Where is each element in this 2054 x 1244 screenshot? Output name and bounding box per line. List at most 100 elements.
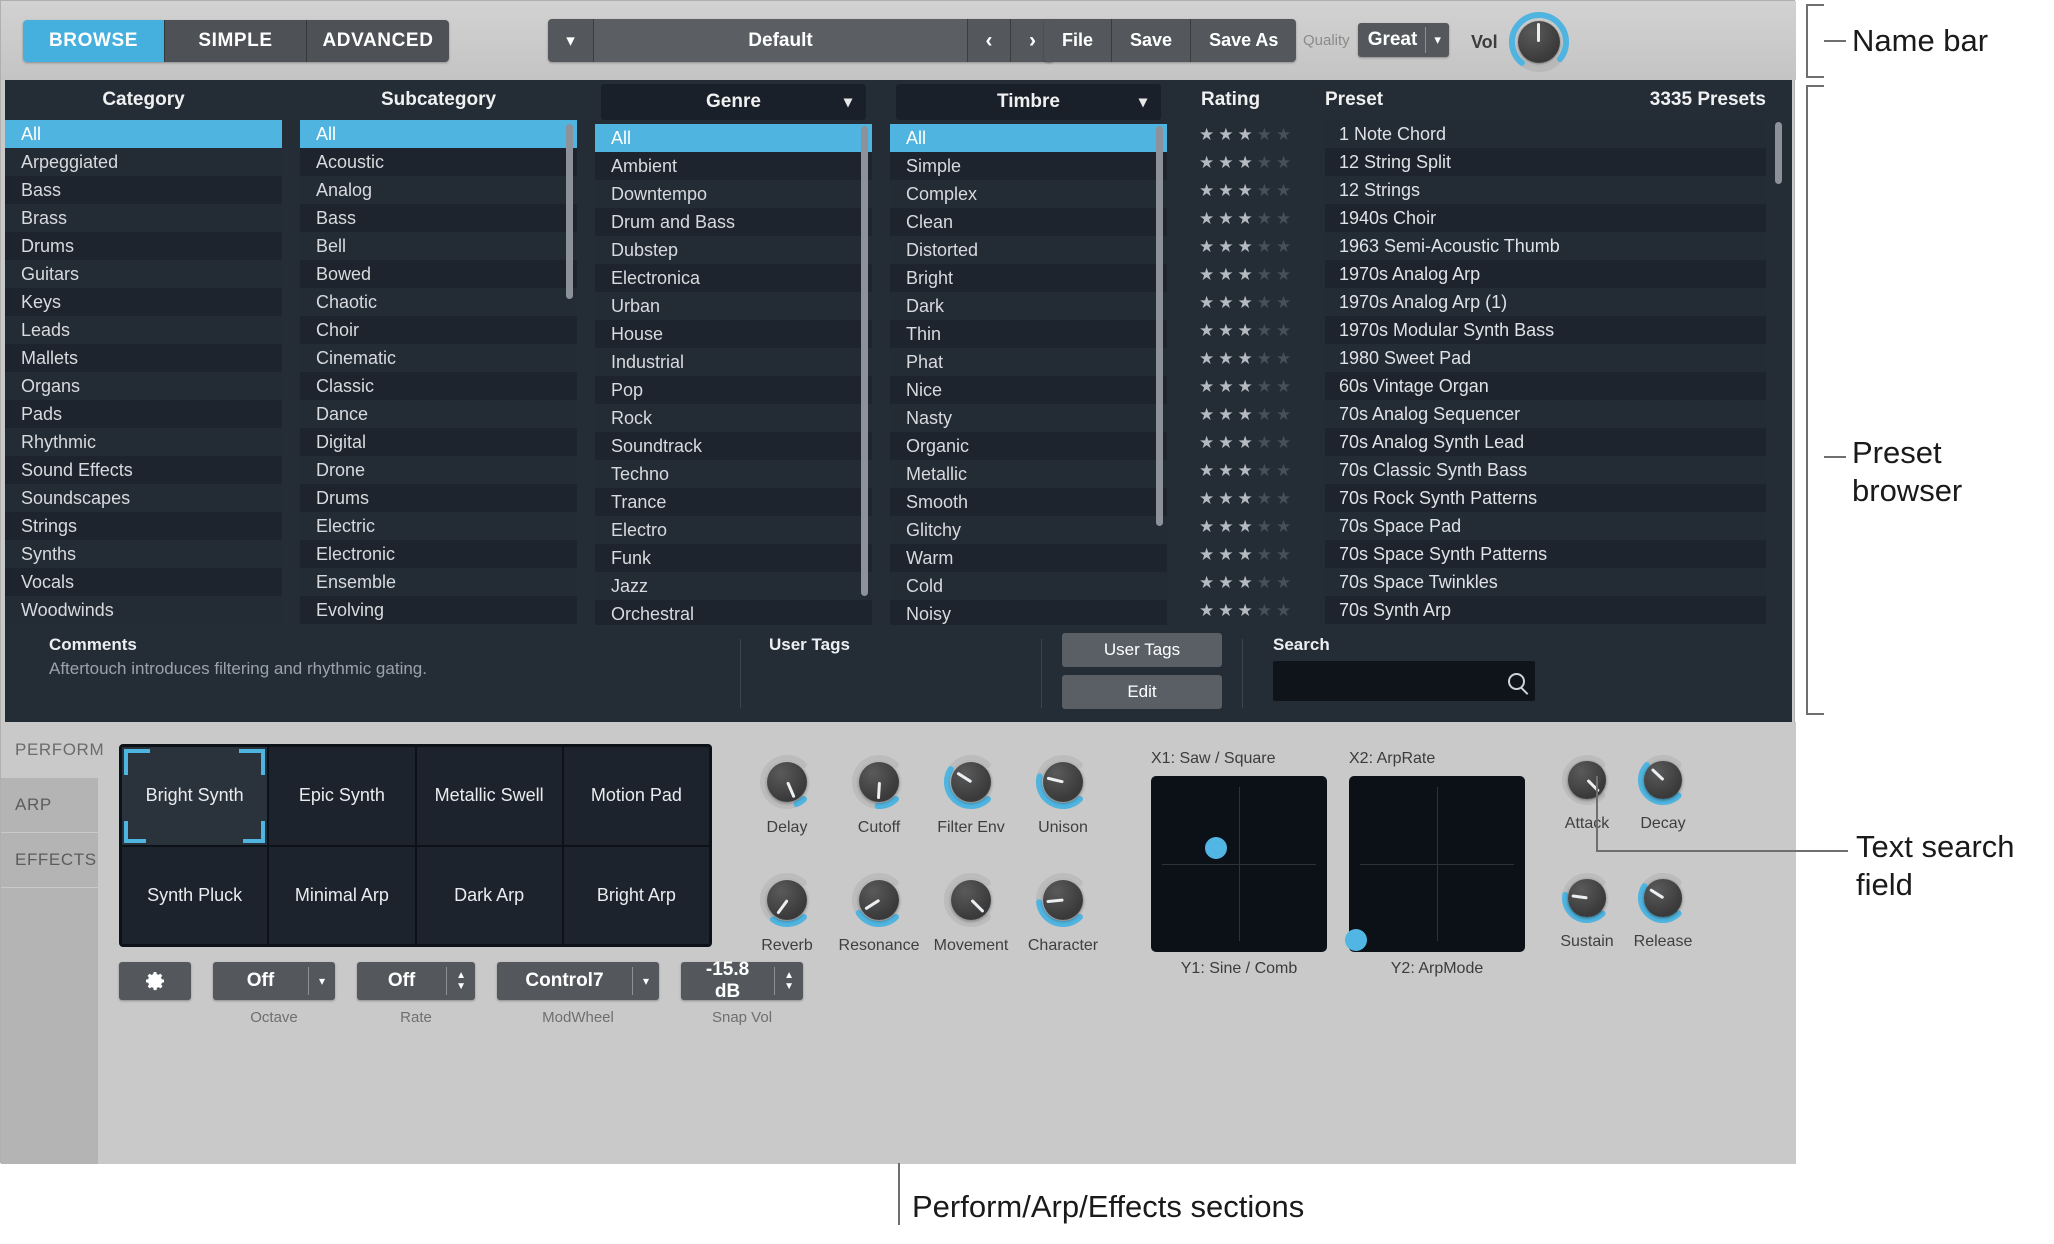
star-icon[interactable]: ★ xyxy=(1199,210,1214,227)
star-icon[interactable]: ★ xyxy=(1238,266,1253,283)
adsr-knob[interactable] xyxy=(1561,754,1613,806)
star-icon[interactable]: ★ xyxy=(1199,322,1214,339)
preset-row[interactable]: ★ ★ ★ ★ ★ 12 Strings xyxy=(1185,176,1792,204)
star-icon[interactable]: ★ xyxy=(1276,322,1291,339)
macro-knob[interactable] xyxy=(851,754,907,810)
subcategory-scrollbar[interactable] xyxy=(566,124,573,299)
preset-row[interactable]: ★ ★ ★ ★ ★ 70s Classic Synth Bass xyxy=(1185,456,1792,484)
category-item[interactable]: Strings xyxy=(5,512,282,540)
category-item[interactable]: Keys xyxy=(5,288,282,316)
subcategory-item[interactable]: Analog xyxy=(300,176,577,204)
subcategory-item[interactable]: Electric xyxy=(300,512,577,540)
star-icon[interactable]: ★ xyxy=(1257,574,1272,591)
star-icon[interactable]: ★ xyxy=(1199,182,1214,199)
settings-button[interactable] xyxy=(119,962,191,1000)
search-box[interactable] xyxy=(1273,661,1535,701)
subcategory-item[interactable]: Ensemble xyxy=(300,568,577,596)
snapshot-pad[interactable]: Epic Synth xyxy=(269,747,415,845)
star-icon[interactable]: ★ xyxy=(1238,210,1253,227)
snapshot-pad[interactable]: Metallic Swell xyxy=(416,747,562,845)
subcategory-item[interactable]: Chaotic xyxy=(300,288,577,316)
genre-item[interactable]: Urban xyxy=(595,292,872,320)
preset-scrollbar[interactable] xyxy=(1775,122,1782,184)
subcategory-item[interactable]: All xyxy=(300,120,577,148)
star-icon[interactable]: ★ xyxy=(1218,154,1233,171)
star-icon[interactable]: ★ xyxy=(1238,574,1253,591)
timbre-item[interactable]: Metallic xyxy=(890,460,1167,488)
star-icon[interactable]: ★ xyxy=(1199,266,1214,283)
tab-browse[interactable]: BROWSE xyxy=(23,19,165,62)
category-item[interactable]: Synths xyxy=(5,540,282,568)
macro-knob[interactable] xyxy=(1035,754,1091,810)
section-tab-arp[interactable]: ARP xyxy=(1,777,98,832)
timbre-item[interactable]: Simple xyxy=(890,152,1167,180)
subcategory-item[interactable]: Dance xyxy=(300,400,577,428)
timbre-item[interactable]: Bright xyxy=(890,264,1167,292)
star-icon[interactable]: ★ xyxy=(1199,518,1214,535)
star-icon[interactable]: ★ xyxy=(1218,126,1233,143)
star-icon[interactable]: ★ xyxy=(1238,126,1253,143)
star-icon[interactable]: ★ xyxy=(1238,406,1253,423)
search-input[interactable] xyxy=(1273,661,1535,701)
preset-dropdown-button[interactable]: ▾ xyxy=(548,19,594,62)
star-icon[interactable]: ★ xyxy=(1238,350,1253,367)
preset-list[interactable]: ★ ★ ★ ★ ★ 1 Note Chord ★ ★ ★ ★ ★ 12 String Split ★ ★ ★… xyxy=(1185,120,1792,625)
star-icon[interactable]: ★ xyxy=(1276,490,1291,507)
category-item[interactable]: Woodwinds xyxy=(5,596,282,624)
preset-row[interactable]: ★ ★ ★ ★ ★ 70s Space Pad xyxy=(1185,512,1792,540)
star-icon[interactable]: ★ xyxy=(1218,210,1233,227)
category-item[interactable]: Pads xyxy=(5,400,282,428)
preset-prev-button[interactable]: ‹ xyxy=(968,19,1011,62)
category-item[interactable]: Arpeggiated xyxy=(5,148,282,176)
subcategory-item[interactable]: Classic xyxy=(300,372,577,400)
star-icon[interactable]: ★ xyxy=(1218,574,1233,591)
octave-dropdown[interactable]: Off ▾ xyxy=(213,962,335,1000)
star-icon[interactable]: ★ xyxy=(1199,238,1214,255)
xy-pad[interactable] xyxy=(1151,776,1327,952)
star-icon[interactable]: ★ xyxy=(1238,154,1253,171)
preset-row[interactable]: ★ ★ ★ ★ ★ 1980 Sweet Pad xyxy=(1185,344,1792,372)
star-icon[interactable]: ★ xyxy=(1276,406,1291,423)
user-tags-button[interactable]: User Tags xyxy=(1062,633,1222,667)
star-icon[interactable]: ★ xyxy=(1238,182,1253,199)
category-item[interactable]: Vocals xyxy=(5,568,282,596)
star-icon[interactable]: ★ xyxy=(1257,210,1272,227)
snapshot-pad[interactable]: Dark Arp xyxy=(416,846,562,944)
category-item[interactable]: Leads xyxy=(5,316,282,344)
star-icon[interactable]: ★ xyxy=(1257,518,1272,535)
star-icon[interactable]: ★ xyxy=(1218,462,1233,479)
star-icon[interactable]: ★ xyxy=(1276,574,1291,591)
star-icon[interactable]: ★ xyxy=(1199,154,1214,171)
star-icon[interactable]: ★ xyxy=(1257,602,1272,619)
category-item[interactable]: Organs xyxy=(5,372,282,400)
preset-row[interactable]: ★ ★ ★ ★ ★ 1970s Modular Synth Bass xyxy=(1185,316,1792,344)
star-icon[interactable]: ★ xyxy=(1218,350,1233,367)
timbre-item[interactable]: Nasty xyxy=(890,404,1167,432)
genre-item[interactable]: Soundtrack xyxy=(595,432,872,460)
rating-stars[interactable]: ★ ★ ★ ★ ★ xyxy=(1185,154,1325,171)
star-icon[interactable]: ★ xyxy=(1257,182,1272,199)
star-icon[interactable]: ★ xyxy=(1257,154,1272,171)
star-icon[interactable]: ★ xyxy=(1276,434,1291,451)
subcategory-list[interactable]: All Acoustic Analog Bass Bell Bowed Chaotic Cho… xyxy=(300,120,577,625)
star-icon[interactable]: ★ xyxy=(1238,546,1253,563)
macro-knob[interactable] xyxy=(759,754,815,810)
star-icon[interactable]: ★ xyxy=(1276,182,1291,199)
category-item[interactable]: Brass xyxy=(5,204,282,232)
genre-item[interactable]: Trance xyxy=(595,488,872,516)
xy-pad-handle[interactable] xyxy=(1345,928,1368,951)
genre-item[interactable]: Drum and Bass xyxy=(595,208,872,236)
star-icon[interactable]: ★ xyxy=(1218,518,1233,535)
subcategory-item[interactable]: Digital xyxy=(300,428,577,456)
genre-item[interactable]: Rock xyxy=(595,404,872,432)
subcategory-item[interactable]: Evolving xyxy=(300,596,577,624)
rating-stars[interactable]: ★ ★ ★ ★ ★ xyxy=(1185,490,1325,507)
genre-item[interactable]: Orchestral xyxy=(595,600,872,625)
category-item[interactable]: Sound Effects xyxy=(5,456,282,484)
star-icon[interactable]: ★ xyxy=(1276,350,1291,367)
preset-row[interactable]: ★ ★ ★ ★ ★ 70s Analog Sequencer xyxy=(1185,400,1792,428)
category-item[interactable]: Rhythmic xyxy=(5,428,282,456)
rate-stepper[interactable]: Off ▲ ▼ xyxy=(357,962,475,1000)
subcategory-item[interactable]: Drums xyxy=(300,484,577,512)
star-icon[interactable]: ★ xyxy=(1276,462,1291,479)
